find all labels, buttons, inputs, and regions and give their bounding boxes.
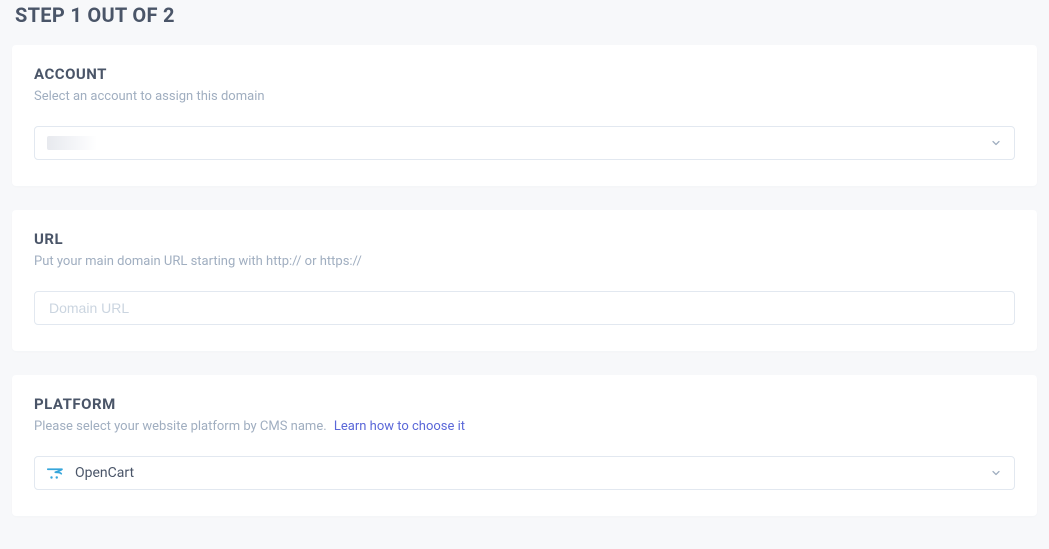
platform-card: PLATFORM Please select your website plat… <box>12 375 1037 516</box>
account-desc: Select an account to assign this domain <box>34 89 1015 104</box>
url-card: URL Put your main domain URL starting wi… <box>12 210 1037 351</box>
opencart-icon <box>47 466 65 480</box>
url-input[interactable] <box>34 291 1015 325</box>
chevron-down-icon <box>990 137 1002 149</box>
account-card: ACCOUNT Select an account to assign this… <box>12 45 1037 186</box>
url-desc: Put your main domain URL starting with h… <box>34 254 1015 269</box>
platform-desc: Please select your website platform by C… <box>34 419 327 434</box>
platform-select[interactable]: OpenCart <box>34 456 1015 490</box>
step-title: STEP 1 OUT OF 2 <box>15 3 1037 27</box>
account-selected-placeholder <box>47 136 97 150</box>
platform-selected-value: OpenCart <box>75 465 134 481</box>
chevron-down-icon <box>990 467 1002 479</box>
platform-label: PLATFORM <box>34 395 1015 413</box>
url-label: URL <box>34 230 1015 248</box>
platform-desc-wrapper: Please select your website platform by C… <box>34 419 1015 434</box>
platform-learn-link[interactable]: Learn how to choose it <box>334 419 465 434</box>
account-label: ACCOUNT <box>34 65 1015 83</box>
account-select[interactable] <box>34 126 1015 160</box>
